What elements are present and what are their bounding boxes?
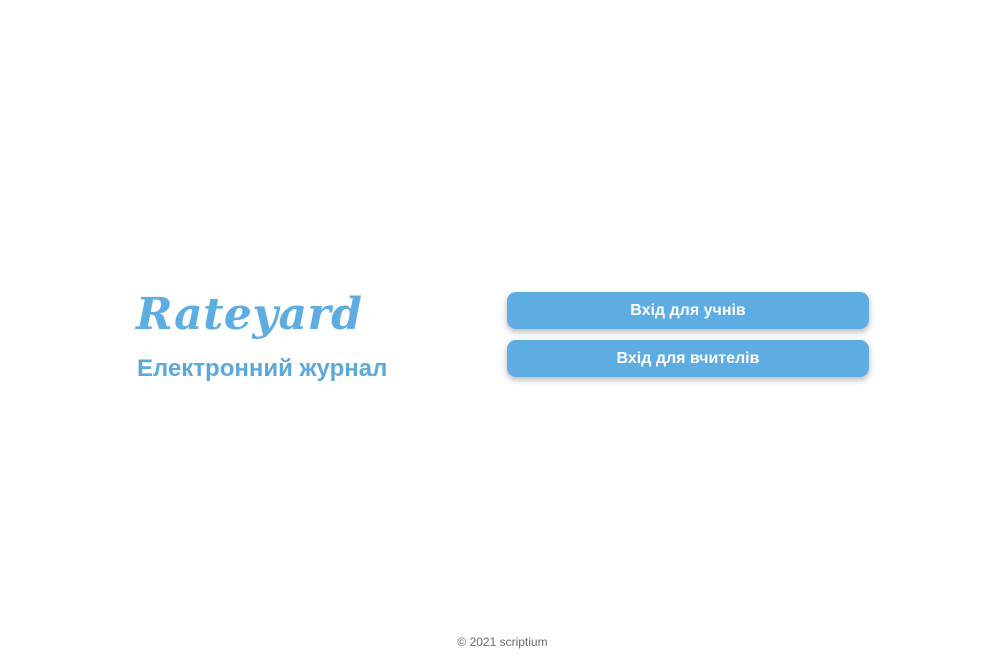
copyright-footer: © 2021 scriptium — [457, 635, 548, 649]
brand-block: Rateyard Електронний журнал — [136, 286, 387, 384]
login-actions: Вхід для учнів Вхід для вчителів — [507, 292, 869, 388]
teacher-login-button[interactable]: Вхід для вчителів — [507, 340, 869, 377]
student-login-button[interactable]: Вхід для учнів — [507, 292, 869, 329]
page-subtitle: Електронний журнал — [137, 355, 388, 382]
logo: Rateyard — [136, 289, 363, 340]
